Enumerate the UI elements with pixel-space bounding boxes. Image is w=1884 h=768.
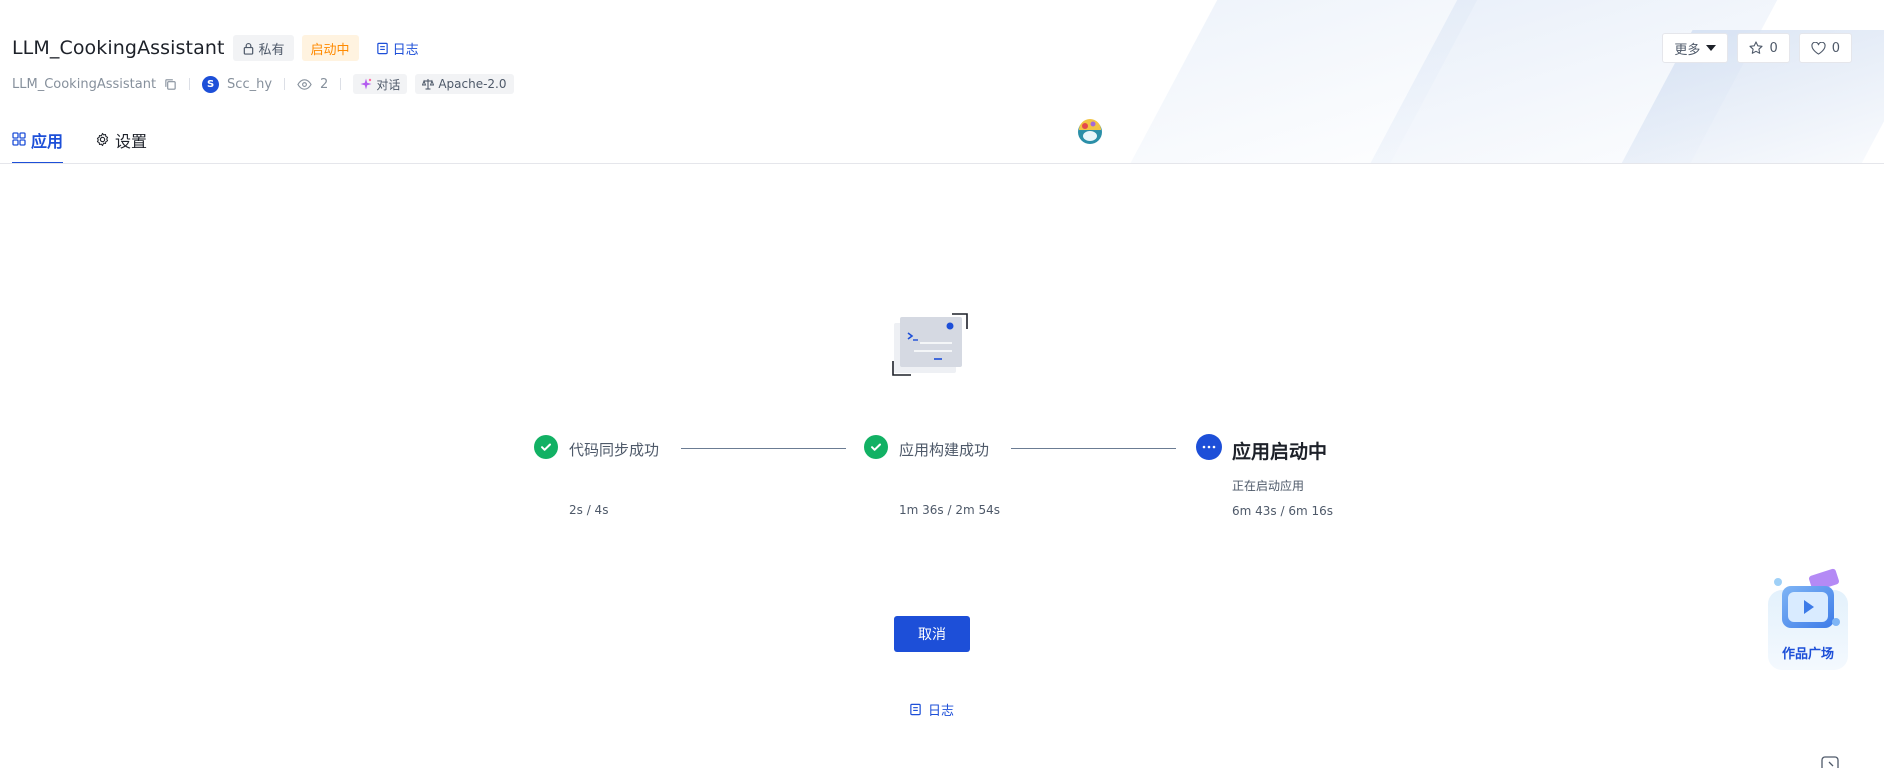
heart-icon bbox=[1811, 41, 1826, 55]
caret-down-icon bbox=[1706, 44, 1717, 51]
repo-title-row: LLM_CookingAssistant 私有 启动中 日志 bbox=[12, 34, 428, 62]
license-tag-label: Apache-2.0 bbox=[438, 77, 507, 91]
star-icon bbox=[1749, 41, 1763, 54]
step-1-time: 2s / 4s bbox=[569, 503, 609, 517]
like-button[interactable]: 0 bbox=[1798, 33, 1852, 63]
repo-title: LLM_CookingAssistant bbox=[12, 37, 225, 59]
step-2-title: 应用构建成功 bbox=[899, 441, 990, 459]
category-tag-label: 对话 bbox=[376, 77, 401, 92]
deploy-steps: 代码同步成功 2s / 4s 应用构建成功 1m 36s / 2m 54s 应用… bbox=[534, 434, 1354, 524]
step-connector bbox=[681, 448, 846, 449]
step-3-progress-icon bbox=[1196, 434, 1222, 460]
copy-icon[interactable] bbox=[164, 78, 177, 91]
tab-settings-label: 设置 bbox=[115, 132, 148, 151]
scale-icon bbox=[422, 79, 435, 90]
meta-divider bbox=[340, 78, 342, 90]
showcase-label: 作品广场 bbox=[1781, 647, 1834, 662]
showcase-widget[interactable]: 作品广场 bbox=[1766, 568, 1850, 672]
lock-icon bbox=[243, 42, 253, 55]
eye-icon bbox=[297, 78, 312, 90]
step-1-title: 代码同步成功 bbox=[569, 441, 660, 459]
repo-meta-row: LLM_CookingAssistant S Scc_hy 2 对话 Apach… bbox=[12, 73, 514, 95]
like-count: 0 bbox=[1831, 40, 1840, 56]
bottom-log-label: 日志 bbox=[928, 704, 955, 719]
step-1-check-icon bbox=[534, 435, 558, 459]
log-icon bbox=[910, 703, 921, 716]
log-icon bbox=[376, 42, 388, 54]
private-label: 私有 bbox=[258, 42, 285, 58]
step-3-time: 6m 43s / 6m 16s bbox=[1232, 504, 1333, 518]
log-link[interactable]: 日志 bbox=[367, 35, 428, 61]
step-2-time: 1m 36s / 2m 54s bbox=[899, 503, 1000, 517]
more-dropdown[interactable]: 更多 bbox=[1662, 33, 1729, 63]
meta-divider bbox=[284, 78, 286, 90]
step-3-title: 应用启动中 bbox=[1232, 441, 1328, 463]
status-badge: 启动中 bbox=[301, 35, 359, 61]
star-button[interactable]: 0 bbox=[1737, 33, 1790, 63]
avatar[interactable]: S bbox=[202, 75, 220, 93]
step-3-description: 正在启动应用 bbox=[1232, 479, 1305, 493]
tab-settings[interactable]: 设置 bbox=[95, 124, 147, 164]
meta-divider bbox=[189, 78, 191, 90]
tab-divider bbox=[0, 163, 1884, 164]
apps-icon bbox=[12, 132, 26, 146]
header-actions: 更多 0 0 bbox=[1662, 33, 1852, 63]
license-tag[interactable]: Apache-2.0 bbox=[415, 74, 514, 94]
sparkle-icon bbox=[360, 78, 372, 90]
view-count: 2 bbox=[320, 76, 329, 92]
log-link-label: 日志 bbox=[392, 42, 419, 58]
step-2-check-icon bbox=[864, 435, 888, 459]
repo-name: LLM_CookingAssistant bbox=[12, 76, 157, 92]
category-tag[interactable]: 对话 bbox=[353, 74, 408, 94]
owner-name[interactable]: Scc_hy bbox=[227, 77, 272, 92]
bottom-log-link[interactable]: 日志 bbox=[909, 700, 954, 719]
step-connector bbox=[1011, 448, 1176, 449]
mascot-icon bbox=[1078, 119, 1102, 144]
gear-icon bbox=[96, 132, 109, 147]
private-badge: 私有 bbox=[232, 35, 294, 61]
star-count: 0 bbox=[1769, 40, 1778, 56]
tab-bar: 应用 设置 bbox=[12, 124, 147, 164]
terminal-illustration bbox=[892, 313, 968, 376]
tab-apps-label: 应用 bbox=[31, 132, 64, 151]
feedback-icon[interactable] bbox=[1820, 756, 1840, 768]
tab-apps[interactable]: 应用 bbox=[12, 124, 64, 164]
cancel-button[interactable]: 取消 bbox=[894, 616, 970, 652]
more-label: 更多 bbox=[1674, 42, 1701, 58]
